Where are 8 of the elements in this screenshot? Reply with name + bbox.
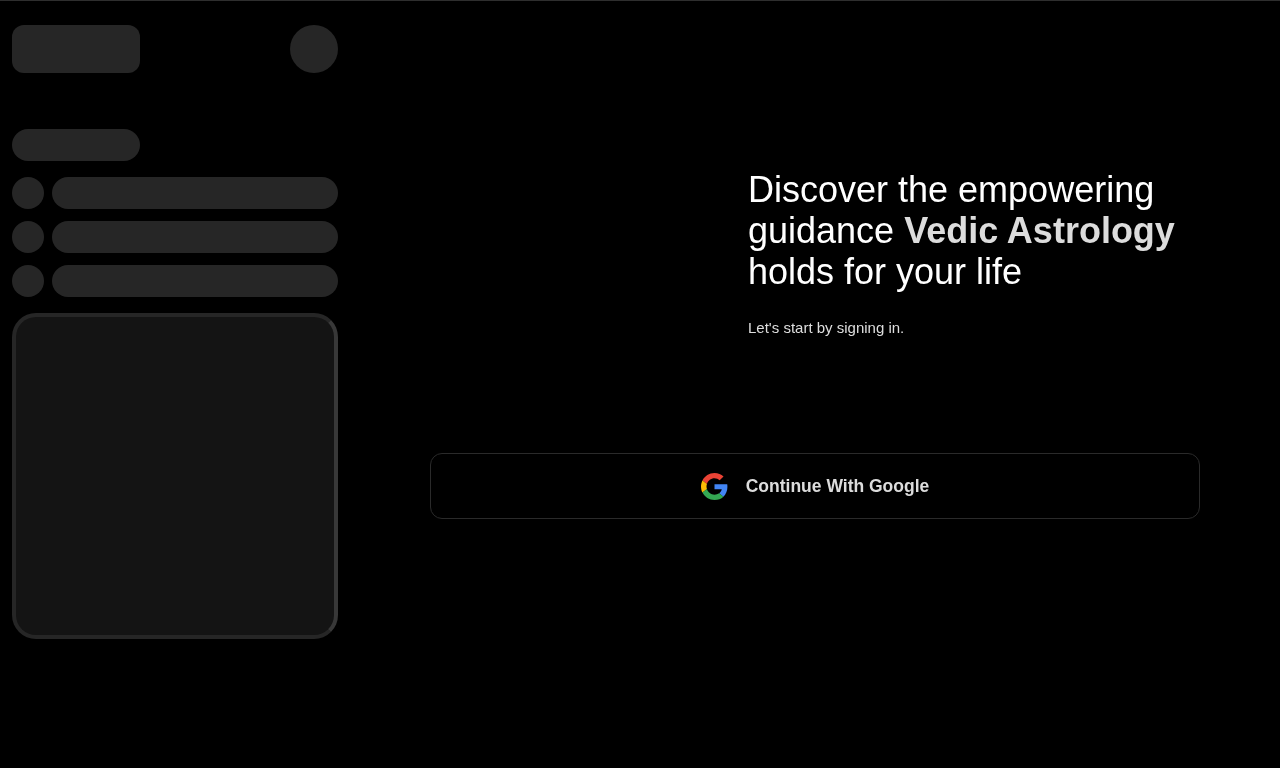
continue-with-google-button[interactable]: Continue With Google	[430, 453, 1200, 519]
skeleton-circle	[290, 25, 338, 73]
hero-heading: Discover the empowering guidance Vedic Astrology holds for your life	[748, 169, 1176, 292]
skeleton-circle	[12, 221, 44, 253]
g-logo-icon	[700, 472, 728, 500]
skeleton-circle	[12, 177, 44, 209]
skeleton-circle	[12, 265, 44, 297]
hero-subtitle: Let's start by signing in.	[748, 318, 906, 338]
